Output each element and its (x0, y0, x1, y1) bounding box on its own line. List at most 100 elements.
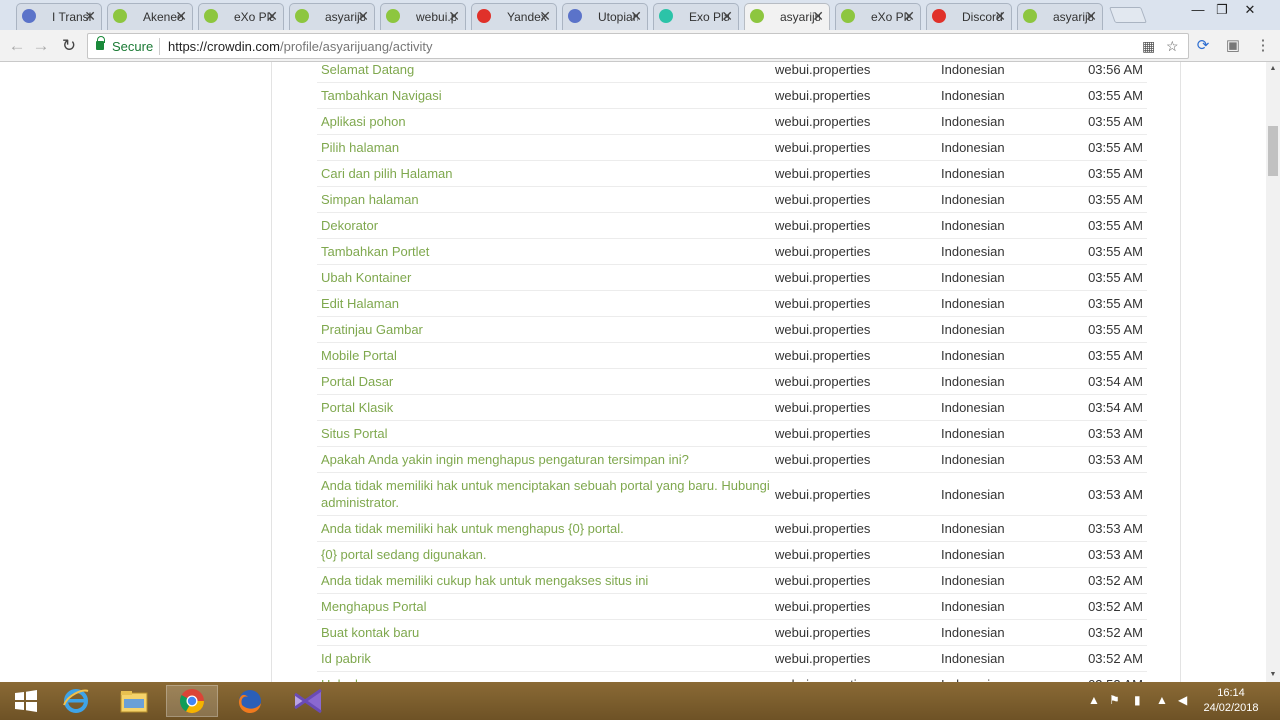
table-row: Ubah Kontainer webui.properties Indonesian… (317, 265, 1147, 291)
activity-string-link[interactable]: Pilih halaman (317, 135, 775, 160)
scroll-thumb[interactable] (1268, 126, 1278, 176)
table-row: Anda tidak memiliki hak untuk menghapus … (317, 516, 1147, 542)
browser-tab[interactable]: webui.p ✕ (374, 3, 466, 30)
activity-language: Indonesian (941, 322, 1005, 337)
activity-language: Indonesian (941, 547, 1005, 562)
browser-tab[interactable]: eXo Pla ✕ (192, 3, 284, 30)
activity-string-link[interactable]: Pratinjau Gambar (317, 317, 775, 342)
activity-string-link[interactable]: Edit Halaman (317, 291, 775, 316)
tab-close-icon[interactable]: ✕ (812, 8, 824, 25)
firefox-icon (238, 690, 261, 714)
browser-tab[interactable]: Yandex ✕ (465, 3, 557, 30)
activity-file: webui.properties (775, 114, 871, 129)
tray-battery-icon[interactable]: ▮ (1134, 693, 1141, 707)
scrollbar[interactable]: ▲ ▼ (1266, 62, 1280, 682)
activity-string-link[interactable]: Apakah Anda yakin ingin menghapus pengat… (317, 447, 775, 472)
tab-close-icon[interactable]: ✕ (630, 8, 642, 25)
new-tab-button[interactable] (1109, 7, 1147, 23)
close-window-button[interactable]: ✕ (1236, 0, 1264, 22)
browser-tab[interactable]: asyariju ✕ (283, 3, 375, 30)
activity-string-link[interactable]: Anda tidak memiliki hak untuk menghapus … (317, 516, 775, 541)
activity-string-link[interactable]: Dekorator (317, 213, 775, 238)
activity-file: webui.properties (775, 322, 871, 337)
browser-tab[interactable]: asyarijua✕ (738, 3, 830, 30)
extension-icon[interactable]: ▣ (1223, 36, 1243, 56)
taskbar-ie[interactable] (50, 685, 102, 717)
address-bar[interactable]: Secure https://crowdin.com/profile/asyar… (87, 33, 1189, 59)
activity-language: Indonesian (941, 296, 1005, 311)
taskbar-firefox[interactable] (224, 685, 276, 717)
activity-file: webui.properties (775, 88, 871, 103)
tab-close-icon[interactable]: ✕ (1085, 8, 1097, 25)
forward-button[interactable]: → (30, 35, 52, 57)
activity-file: webui.properties (775, 244, 871, 259)
tray-flag-icon[interactable]: ⚑ (1109, 693, 1120, 707)
activity-string-link[interactable]: Aplikasi pohon (317, 109, 775, 134)
tab-close-icon[interactable]: ✕ (266, 8, 278, 25)
taskbar-chrome[interactable] (166, 685, 218, 717)
browser-tab[interactable]: eXo Pla ✕ (829, 3, 921, 30)
activity-language: Indonesian (941, 114, 1005, 129)
browser-tab[interactable]: Akeneo ✕ (101, 3, 193, 30)
browser-tab[interactable]: Utopian ✕ (556, 3, 648, 30)
activity-language: Indonesian (941, 218, 1005, 233)
activity-string-link[interactable]: Menghapus Portal (317, 594, 775, 619)
tab-close-icon[interactable]: ✕ (539, 8, 551, 25)
tab-close-icon[interactable]: ✕ (448, 8, 460, 25)
taskbar-explorer[interactable] (108, 685, 160, 717)
activity-string-link[interactable]: Buat kontak baru (317, 620, 775, 645)
browser-tab[interactable]: Exo Pla ✕ (647, 3, 739, 30)
url-host: https://crowdin.com (168, 39, 280, 54)
sync-extension-icon[interactable]: ⟳ (1193, 36, 1213, 56)
activity-string-link[interactable]: Simpan halaman (317, 187, 775, 212)
activity-string-link[interactable]: Ubah Kontainer (317, 265, 775, 290)
tab-close-icon[interactable]: ✕ (994, 8, 1006, 25)
crowdin-icon (204, 9, 218, 23)
tray-volume-icon[interactable]: ◀ (1178, 693, 1187, 707)
tray-network-icon[interactable]: ▲ (1156, 693, 1168, 707)
activity-time: 03:55 AM (1088, 296, 1143, 311)
tab-close-icon[interactable]: ✕ (175, 8, 187, 25)
activity-language: Indonesian (941, 400, 1005, 415)
activity-string-link[interactable]: Tambahkan Portlet (317, 239, 775, 264)
activity-string-link[interactable]: Anda tidak memiliki hak untuk menciptaka… (317, 473, 775, 515)
bookmark-star-icon[interactable]: ☆ (1166, 38, 1179, 55)
tray-up-arrow-icon[interactable]: ▲ (1088, 693, 1100, 707)
activity-string-link[interactable]: Selamat Datang (317, 62, 775, 82)
table-row: {0} portal sedang digunakan. webui.proper… (317, 542, 1147, 568)
url-path: /profile/asyarijuang/activity (280, 39, 433, 54)
menu-icon[interactable]: ⋮ (1253, 36, 1273, 56)
url-text[interactable]: https://crowdin.com/profile/asyarijuang/… (168, 39, 432, 54)
browser-tab[interactable]: I Transl ✕ (10, 3, 102, 30)
scroll-up-icon[interactable]: ▲ (1266, 62, 1280, 76)
browser-tab[interactable]: asyariju ✕ (1011, 3, 1103, 30)
activity-file: webui.properties (775, 218, 871, 233)
activity-string-link[interactable]: Id pabrik (317, 646, 775, 671)
activity-string-link[interactable]: Mobile Portal (317, 343, 775, 368)
start-button[interactable] (0, 685, 52, 717)
tab-close-icon[interactable]: ✕ (84, 8, 96, 25)
table-row: Buat kontak baru webui.properties Indonesi… (317, 620, 1147, 646)
tab-close-icon[interactable]: ✕ (357, 8, 369, 25)
taskbar-clock[interactable]: 16:14 24/02/2018 (1196, 686, 1266, 716)
activity-string-link[interactable]: Portal Dasar (317, 369, 775, 394)
browser-toolbar: ← → ↻ Secure https://crowdin.com/profile… (0, 30, 1280, 62)
taskbar-vs[interactable] (282, 685, 334, 717)
activity-language: Indonesian (941, 88, 1005, 103)
tab-close-icon[interactable]: ✕ (721, 8, 733, 25)
translate-icon[interactable]: ▦ (1142, 38, 1155, 55)
restore-button[interactable]: ❐ (1208, 0, 1236, 22)
activity-string-link[interactable]: Anda tidak memiliki cukup hak untuk meng… (317, 568, 775, 593)
tab-close-icon[interactable]: ✕ (903, 8, 915, 25)
activity-string-link[interactable]: {0} portal sedang digunakan. (317, 542, 775, 567)
activity-string-link[interactable]: Tambahkan Navigasi (317, 83, 775, 108)
activity-string-link[interactable]: Situs Portal (317, 421, 775, 446)
scroll-down-icon[interactable]: ▼ (1266, 668, 1280, 682)
activity-string-link[interactable]: Hak akses (317, 672, 775, 682)
browser-tab[interactable]: Discord ✕ (920, 3, 1012, 30)
activity-string-link[interactable]: Cari dan pilih Halaman (317, 161, 775, 186)
activity-string-link[interactable]: Portal Klasik (317, 395, 775, 420)
activity-time: 03:52 AM (1088, 599, 1143, 614)
back-button[interactable]: ← (6, 35, 28, 57)
reload-button[interactable]: ↻ (58, 35, 80, 57)
